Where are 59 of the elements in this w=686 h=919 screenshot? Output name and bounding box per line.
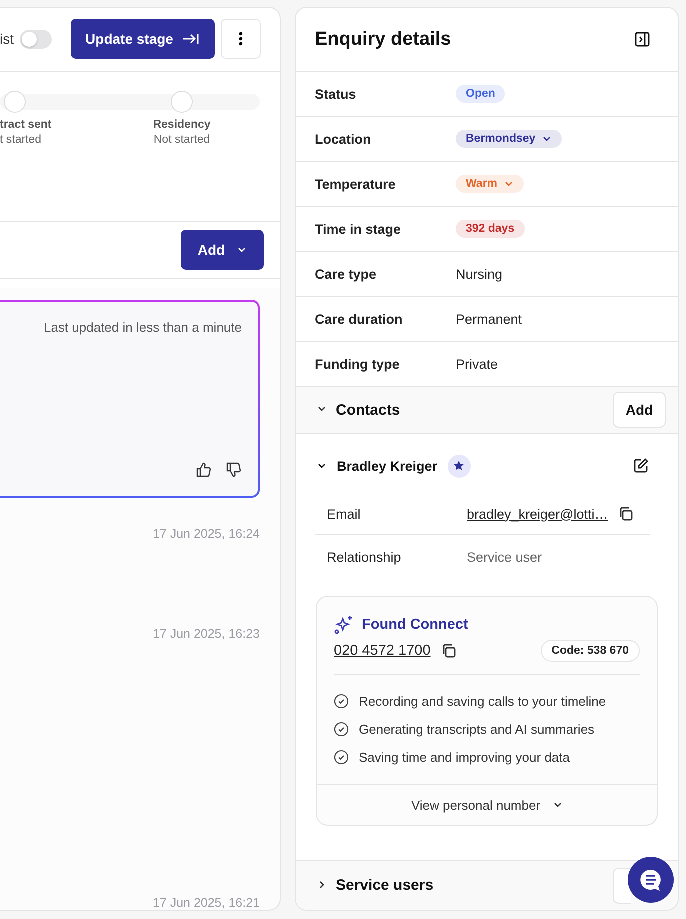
sparkle-icon (334, 615, 354, 635)
add-service-user-button[interactable] (613, 868, 631, 904)
code-badge: Code: 538 670 (540, 640, 640, 662)
feature-text: Saving time and improving your data (359, 750, 570, 764)
stage-name: tract sent (0, 118, 52, 131)
stage-name: Residency (153, 118, 211, 131)
stage-status: t started (0, 134, 42, 146)
field-label: Temperature (315, 176, 397, 192)
stage-marker (4, 90, 26, 113)
chevron-down-icon (552, 800, 563, 810)
arrow-to-line-icon (182, 32, 200, 46)
timestamp: 17 Jun 2025, 16:21 (152, 896, 260, 910)
more-icon (239, 32, 243, 46)
thumbs-down-icon[interactable] (226, 462, 242, 478)
field-value: Service user (467, 550, 542, 565)
toggle-label: ist (0, 31, 14, 48)
field-label: Location (315, 132, 372, 146)
timestamp: 17 Jun 2025, 16:23 (152, 627, 260, 642)
field-value: Private (456, 356, 498, 372)
timestamp: 17 Jun 2025, 16:24 (152, 526, 260, 541)
field-value: Permanent (456, 312, 522, 326)
add-button[interactable]: Add (181, 230, 264, 270)
feature-text: Generating transcripts and AI summaries (359, 722, 595, 736)
field-label: Time in stage (315, 222, 402, 236)
phone-number-link[interactable]: 020 4572 1700 (334, 643, 431, 659)
last-updated-text: Last updated in less than a minute (44, 320, 242, 335)
status-badge: 392 days (456, 220, 525, 238)
field-label: Care duration (315, 312, 404, 326)
edit-icon[interactable] (633, 458, 649, 474)
field-label: Funding type (315, 356, 401, 372)
chevron-down-icon (542, 134, 552, 144)
field-label: Relationship (327, 550, 402, 565)
check-circle-icon (334, 722, 349, 736)
chat-bubble-icon (638, 867, 664, 893)
email-link[interactable]: bradley_kreiger@lotti… (467, 506, 608, 522)
feature-text: Recording and saving calls to your timeline (359, 694, 606, 708)
toggle-switch[interactable] (20, 30, 52, 49)
field-label: Care type (315, 266, 378, 282)
update-stage-button[interactable]: Update stage (71, 19, 215, 60)
view-personal-number-button[interactable]: View personal number (407, 794, 567, 816)
stage-marker (171, 90, 193, 113)
badge-dropdown[interactable]: Bermondsey (456, 130, 562, 148)
check-circle-icon (334, 750, 349, 764)
copy-icon[interactable] (440, 643, 457, 659)
chevron-down-icon (504, 179, 514, 189)
contact-name[interactable]: Bradley Kreiger (337, 458, 438, 474)
add-contact-button[interactable]: Add (613, 392, 666, 428)
panel-title: Enquiry details (315, 28, 452, 50)
check-circle-icon (334, 694, 349, 708)
status-badge: Open (456, 85, 506, 103)
field-label: Email (327, 506, 362, 522)
thumbs-up-icon[interactable] (196, 462, 212, 478)
field-label: Status (315, 86, 358, 102)
section-title[interactable]: Contacts (336, 402, 604, 418)
card-title: Found Connect (362, 617, 468, 633)
collapse-panel-icon[interactable] (635, 32, 650, 47)
field-value: Nursing (456, 266, 503, 282)
stage-status: Not started (154, 134, 210, 146)
copy-icon[interactable] (618, 506, 634, 522)
